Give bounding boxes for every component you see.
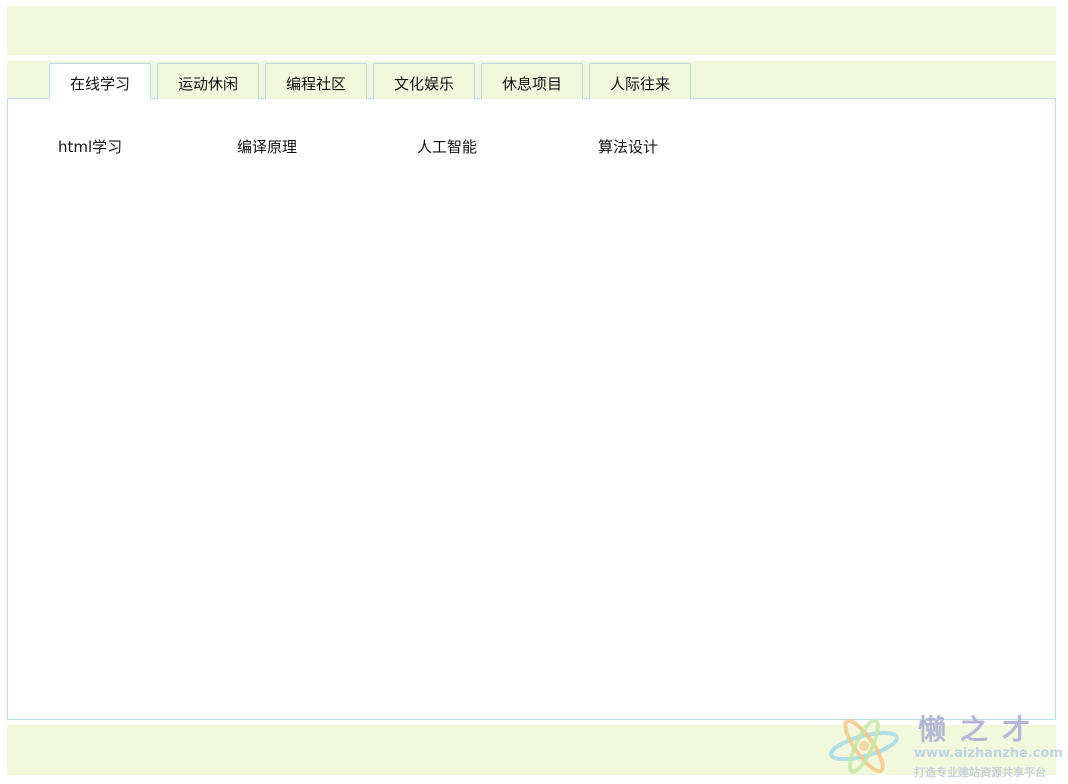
header-bar <box>7 6 1056 55</box>
link-algorithm-design[interactable]: 算法设计 <box>598 136 658 157</box>
tab-content-panel: html学习 编译原理 人工智能 算法设计 <box>7 99 1056 720</box>
link-artificial-intelligence[interactable]: 人工智能 <box>417 136 477 157</box>
tab-interpersonal[interactable]: 人际往来 <box>589 63 691 99</box>
tab-sports-leisure[interactable]: 运动休闲 <box>157 63 259 99</box>
tab-rest-items[interactable]: 休息项目 <box>481 63 583 99</box>
tab-online-learning[interactable]: 在线学习 <box>49 63 151 100</box>
footer-bar <box>7 725 1056 775</box>
link-html-learning[interactable]: html学习 <box>58 136 122 157</box>
tab-culture-entertainment[interactable]: 文化娱乐 <box>373 63 475 99</box>
link-compiler-principles[interactable]: 编译原理 <box>237 136 297 157</box>
tab-strip: 在线学习 运动休闲 编程社区 文化娱乐 休息项目 人际往来 <box>7 61 1056 100</box>
tab-programming-community[interactable]: 编程社区 <box>265 63 367 99</box>
